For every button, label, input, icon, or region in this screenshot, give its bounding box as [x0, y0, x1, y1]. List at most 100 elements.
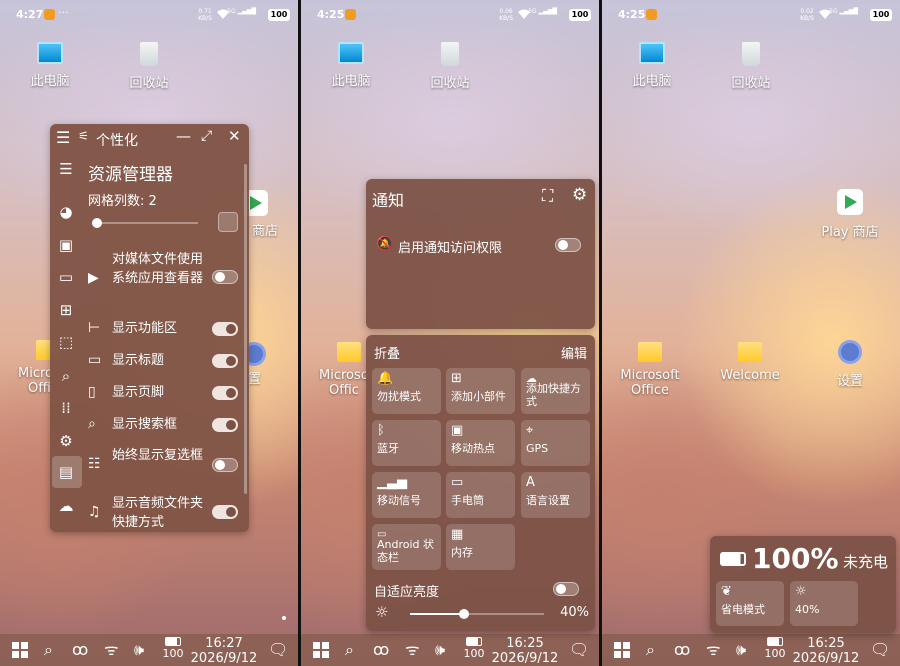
play-store-icon — [837, 189, 863, 215]
search-icon[interactable]: ⌕ — [646, 640, 655, 660]
volume-icon[interactable]: 🕪 — [736, 640, 746, 660]
signal-icon: 5G ▂▄▆█ — [829, 8, 858, 15]
setting-row-media-viewer[interactable]: ▶ 对媒体文件使用系统应用查看器 — [86, 250, 244, 308]
searchbox-toggle[interactable] — [212, 418, 238, 432]
wifi-icon[interactable]: ᯤ — [706, 640, 721, 660]
brightness-slider[interactable] — [410, 609, 544, 619]
hamburger-icon[interactable]: ☰ — [56, 159, 76, 179]
brightness-icon: ☼ — [375, 603, 389, 621]
play-square-icon: ▶ — [88, 270, 99, 286]
taskbar-settings-icon[interactable]: ⚙ — [56, 431, 76, 451]
signal-icon: ▁▃▅ — [377, 475, 407, 490]
close-icon[interactable]: ✕ — [228, 127, 241, 145]
volume-icon[interactable]: 🕪 — [134, 640, 144, 660]
battery-indicator[interactable]: 100 — [160, 637, 186, 660]
select-area-icon[interactable]: ⬚ — [56, 332, 76, 352]
desktop-office-folder[interactable]: Micro Offi — [10, 340, 60, 396]
grid-dots-icon[interactable]: ⁞⁞ — [56, 398, 76, 418]
tile-flashlight[interactable]: ▭ 手电筒 — [446, 472, 515, 518]
shortcut-icon: ☁ — [526, 372, 537, 385]
desktop-this-pc[interactable]: 此电脑 — [10, 42, 90, 89]
status-time: 4:25 — [618, 8, 646, 21]
people-icon[interactable]: ꝏ — [72, 640, 88, 660]
tile-language[interactable]: A 语言设置 — [521, 472, 590, 518]
desktop-office-folder[interactable]: Microsoft Office — [610, 342, 690, 398]
language-icon: A — [526, 475, 535, 490]
footer-toggle[interactable] — [212, 386, 238, 400]
menu-icon[interactable]: ☰ — [56, 128, 70, 147]
media-viewer-toggle[interactable] — [212, 270, 238, 284]
battery-indicator[interactable]: 100 — [762, 637, 788, 660]
search-icon[interactable]: ⌕ — [44, 640, 53, 660]
notifications-panel: 通知 ⛶ ⚙ 🔕 启用通知访问权限 — [366, 179, 595, 329]
tile-bluetooth[interactable]: ᛒ 蓝牙 — [372, 420, 441, 466]
palette-icon[interactable]: ◕ — [56, 202, 76, 222]
setting-row-checkboxes[interactable]: ☷ 始终显示复选框 — [86, 446, 244, 486]
desktop-recycle-bin[interactable]: 回收站 — [711, 42, 791, 91]
desktop-this-pc[interactable]: 此电脑 — [311, 42, 391, 89]
tile-android-statusbar[interactable]: ▭ Android 状态栏 — [372, 524, 441, 570]
desktop-this-pc[interactable]: 此电脑 — [612, 42, 692, 89]
setting-row-audio-shortcut[interactable]: ♫ 显示音频文件夹快捷方式 — [86, 494, 244, 532]
notification-icon[interactable]: 🗨 — [870, 640, 890, 660]
edit-button[interactable]: 编辑 — [561, 343, 587, 362]
minimize-icon[interactable]: — — [176, 127, 191, 145]
tile-do-not-disturb[interactable]: 🔔 勿扰模式 — [372, 368, 441, 414]
screenshot-icon[interactable]: ⛶ — [542, 186, 553, 206]
audio-shortcut-toggle[interactable] — [212, 505, 238, 519]
notification-icon[interactable]: 🗨 — [569, 640, 589, 660]
desktop-settings[interactable]: 设置 — [810, 340, 890, 389]
notification-access-toggle[interactable] — [555, 238, 581, 252]
taskbar-clock[interactable]: 16:27 2026/9/12 — [184, 636, 264, 666]
battery-indicator[interactable]: 100 — [461, 637, 487, 660]
wifi-icon[interactable]: ᯤ — [405, 640, 420, 660]
people-icon[interactable]: ꝏ — [674, 640, 690, 660]
tile-power-saver[interactable]: ❦ 省电模式 — [716, 581, 784, 626]
search-icon[interactable]: ⌕ — [345, 640, 354, 660]
settings-gear-icon[interactable]: ⚙ — [572, 185, 587, 205]
start-windows-icon[interactable] — [12, 642, 28, 658]
slider-knob[interactable] — [92, 218, 102, 228]
ribbon-toggle[interactable] — [212, 322, 238, 336]
battery-percent: 100% — [752, 542, 839, 575]
people-icon[interactable]: ꝏ — [373, 640, 389, 660]
maximize-icon[interactable]: ⤢ — [201, 128, 212, 144]
desktop-recycle-bin[interactable]: 回收站 — [109, 42, 189, 91]
taskbar-clock[interactable]: 16:25 2026/9/12 — [485, 636, 565, 666]
net-speed: 0.02 KB/S — [800, 8, 814, 22]
wifi-icon[interactable]: ᯤ — [104, 640, 119, 660]
footer-icon: ▯ — [88, 384, 96, 400]
tile-mobile-signal[interactable]: ▁▃▅ 移动信号 — [372, 472, 441, 518]
signal-icon: 5G ▂▄▆█ — [227, 8, 256, 15]
volume-icon[interactable]: 🕪 — [435, 640, 445, 660]
collapse-label[interactable]: 折叠 — [374, 343, 400, 362]
auto-brightness-toggle[interactable] — [553, 582, 579, 596]
grid-columns-slider[interactable] — [92, 218, 198, 228]
wallpaper-icon[interactable]: ▣ — [56, 235, 76, 255]
taskbar-clock[interactable]: 16:25 2026/9/12 — [786, 636, 866, 666]
tile-add-widget[interactable]: ⊞ 添加小部件 — [446, 368, 515, 414]
display-icon[interactable]: ▭ — [56, 267, 76, 287]
scrollbar[interactable] — [244, 164, 247, 494]
checkboxes-toggle[interactable] — [212, 458, 238, 472]
leaf-icon: ❦ — [721, 584, 732, 599]
tile-memory[interactable]: ▦ 内存 — [446, 524, 515, 570]
desktop-recycle-bin[interactable]: 回收站 — [410, 42, 490, 91]
grid-columns-reset-button[interactable] — [218, 212, 238, 232]
start-windows-icon[interactable] — [313, 642, 329, 658]
charging-state: 未充电 — [842, 553, 888, 571]
tile-brightness[interactable]: ☼ 40% — [790, 581, 858, 626]
title-toggle[interactable] — [212, 354, 238, 368]
desktop-play-store[interactable]: Play 商店 — [810, 189, 890, 240]
notification-icon[interactable]: 🗨 — [268, 640, 288, 660]
explorer-settings-icon[interactable]: ▤ — [56, 462, 76, 482]
brightness-knob[interactable] — [458, 609, 469, 619]
start-windows-icon[interactable] — [614, 642, 630, 658]
cloud-icon[interactable]: ☁ — [56, 496, 76, 516]
tile-hotspot[interactable]: ▣ 移动热点 — [446, 420, 515, 466]
windows-icon[interactable]: ⊞ — [56, 300, 76, 320]
desktop-welcome-folder[interactable]: Welcome — [710, 342, 790, 383]
search-icon[interactable]: ⌕ — [56, 366, 76, 386]
tile-gps[interactable]: ⌖ GPS — [521, 420, 590, 466]
tile-add-shortcut[interactable]: ☁ 添加快捷方式 — [521, 368, 590, 414]
